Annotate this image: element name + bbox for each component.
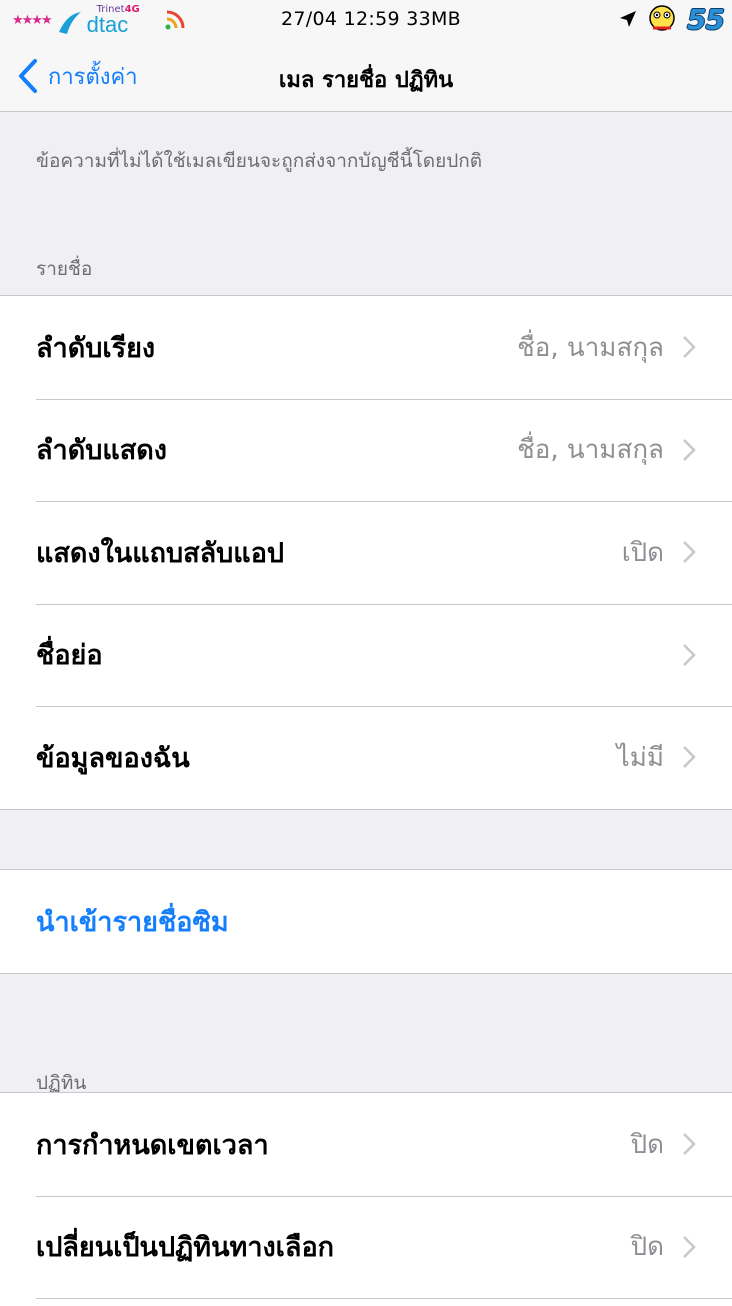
wifi-icon	[165, 10, 185, 30]
short-name-row[interactable]: ชื่อย่อ	[0, 603, 732, 707]
status-right: 55	[619, 2, 725, 36]
my-info-row[interactable]: ข้อมูลของฉัน ไม่มี	[0, 706, 732, 809]
contacts-group: ลำดับเรียง ชื่อ, นามสกุล ลำดับแสดง ชื่อ,…	[0, 295, 732, 810]
page-title: เมล รายชื่อ ปฏิทิน	[278, 68, 454, 93]
display-order-row[interactable]: ลำดับแสดง ชื่อ, นามสกุล	[0, 398, 732, 502]
chevron-right-icon	[683, 1133, 696, 1156]
carrier-logo: Trinet4G dtac	[57, 4, 157, 37]
row-value: ปิด	[630, 1129, 664, 1160]
calendar-group: การกำหนดเขตเวลา ปิด เปลี่ยนเป็นปฏิทินทาง…	[0, 1092, 732, 1306]
row-label: เปลี่ยนเป็นปฏิทินทางเลือก	[36, 1232, 335, 1264]
chevron-right-icon	[683, 438, 696, 461]
row-label: ลำดับแสดง	[36, 435, 167, 467]
next-row-partial[interactable]	[0, 1298, 732, 1306]
row-value: ปิด	[630, 1232, 664, 1263]
row-label: ข้อมูลของฉัน	[36, 742, 190, 774]
row-label: ชื่อย่อ	[36, 640, 103, 672]
time-zone-override-row[interactable]: การกำหนดเขตเวลา ปิด	[0, 1093, 732, 1196]
row-value: ชื่อ, นามสกุล	[517, 332, 664, 363]
carrier-name: dtac	[86, 12, 129, 37]
row-label: การกำหนดเขตเวลา	[36, 1129, 269, 1161]
section-header-contacts: รายชื่อ	[36, 258, 93, 280]
row-value: ไม่มี	[616, 742, 664, 773]
row-value: เปิด	[621, 537, 664, 568]
chevron-right-icon	[683, 541, 696, 564]
carrier-swoosh-icon	[58, 12, 81, 34]
navigation-bar: การตั้งค่า เมล รายชื่อ ปฏิทิน	[0, 40, 732, 112]
location-arrow-icon	[620, 11, 637, 27]
import-sim-contacts-button[interactable]: นำเข้ารายชื่อซิม	[0, 870, 732, 973]
battery-level: 55	[687, 2, 725, 36]
mascot-icon	[649, 5, 675, 31]
signal-stars-icon: ★★★★	[12, 12, 53, 28]
carrier-area: ★★★★ Trinet4G dtac	[12, 4, 187, 37]
chevron-right-icon	[683, 746, 696, 769]
import-group: นำเข้ารายชื่อซิม	[0, 869, 732, 974]
chevron-right-icon	[683, 1235, 696, 1258]
row-label: ลำดับเรียง	[36, 332, 156, 364]
show-in-app-switcher-row[interactable]: แสดงในแถบสลับแอป เปิด	[0, 501, 732, 604]
alternate-calendar-row[interactable]: เปลี่ยนเป็นปฏิทินทางเลือก ปิด	[0, 1195, 732, 1299]
sort-order-row[interactable]: ลำดับเรียง ชื่อ, นามสกุล	[0, 296, 732, 399]
import-sim-label: นำเข้ารายชื่อซิม	[36, 906, 229, 938]
row-label: แสดงในแถบสลับแอป	[36, 537, 285, 569]
row-value: ชื่อ, นามสกุล	[517, 435, 664, 466]
status-time-info: 27/04 12:59 33MB	[281, 8, 461, 30]
chevron-right-icon	[683, 643, 696, 666]
status-bar: ★★★★ Trinet4G dtac 27/04 12:59 33MB 55	[0, 0, 732, 40]
default-account-note: ข้อความที่ไม่ได้ใช้เมลเขียนจะถูกส่งจากบั…	[36, 150, 483, 172]
chevron-right-icon	[683, 336, 696, 359]
